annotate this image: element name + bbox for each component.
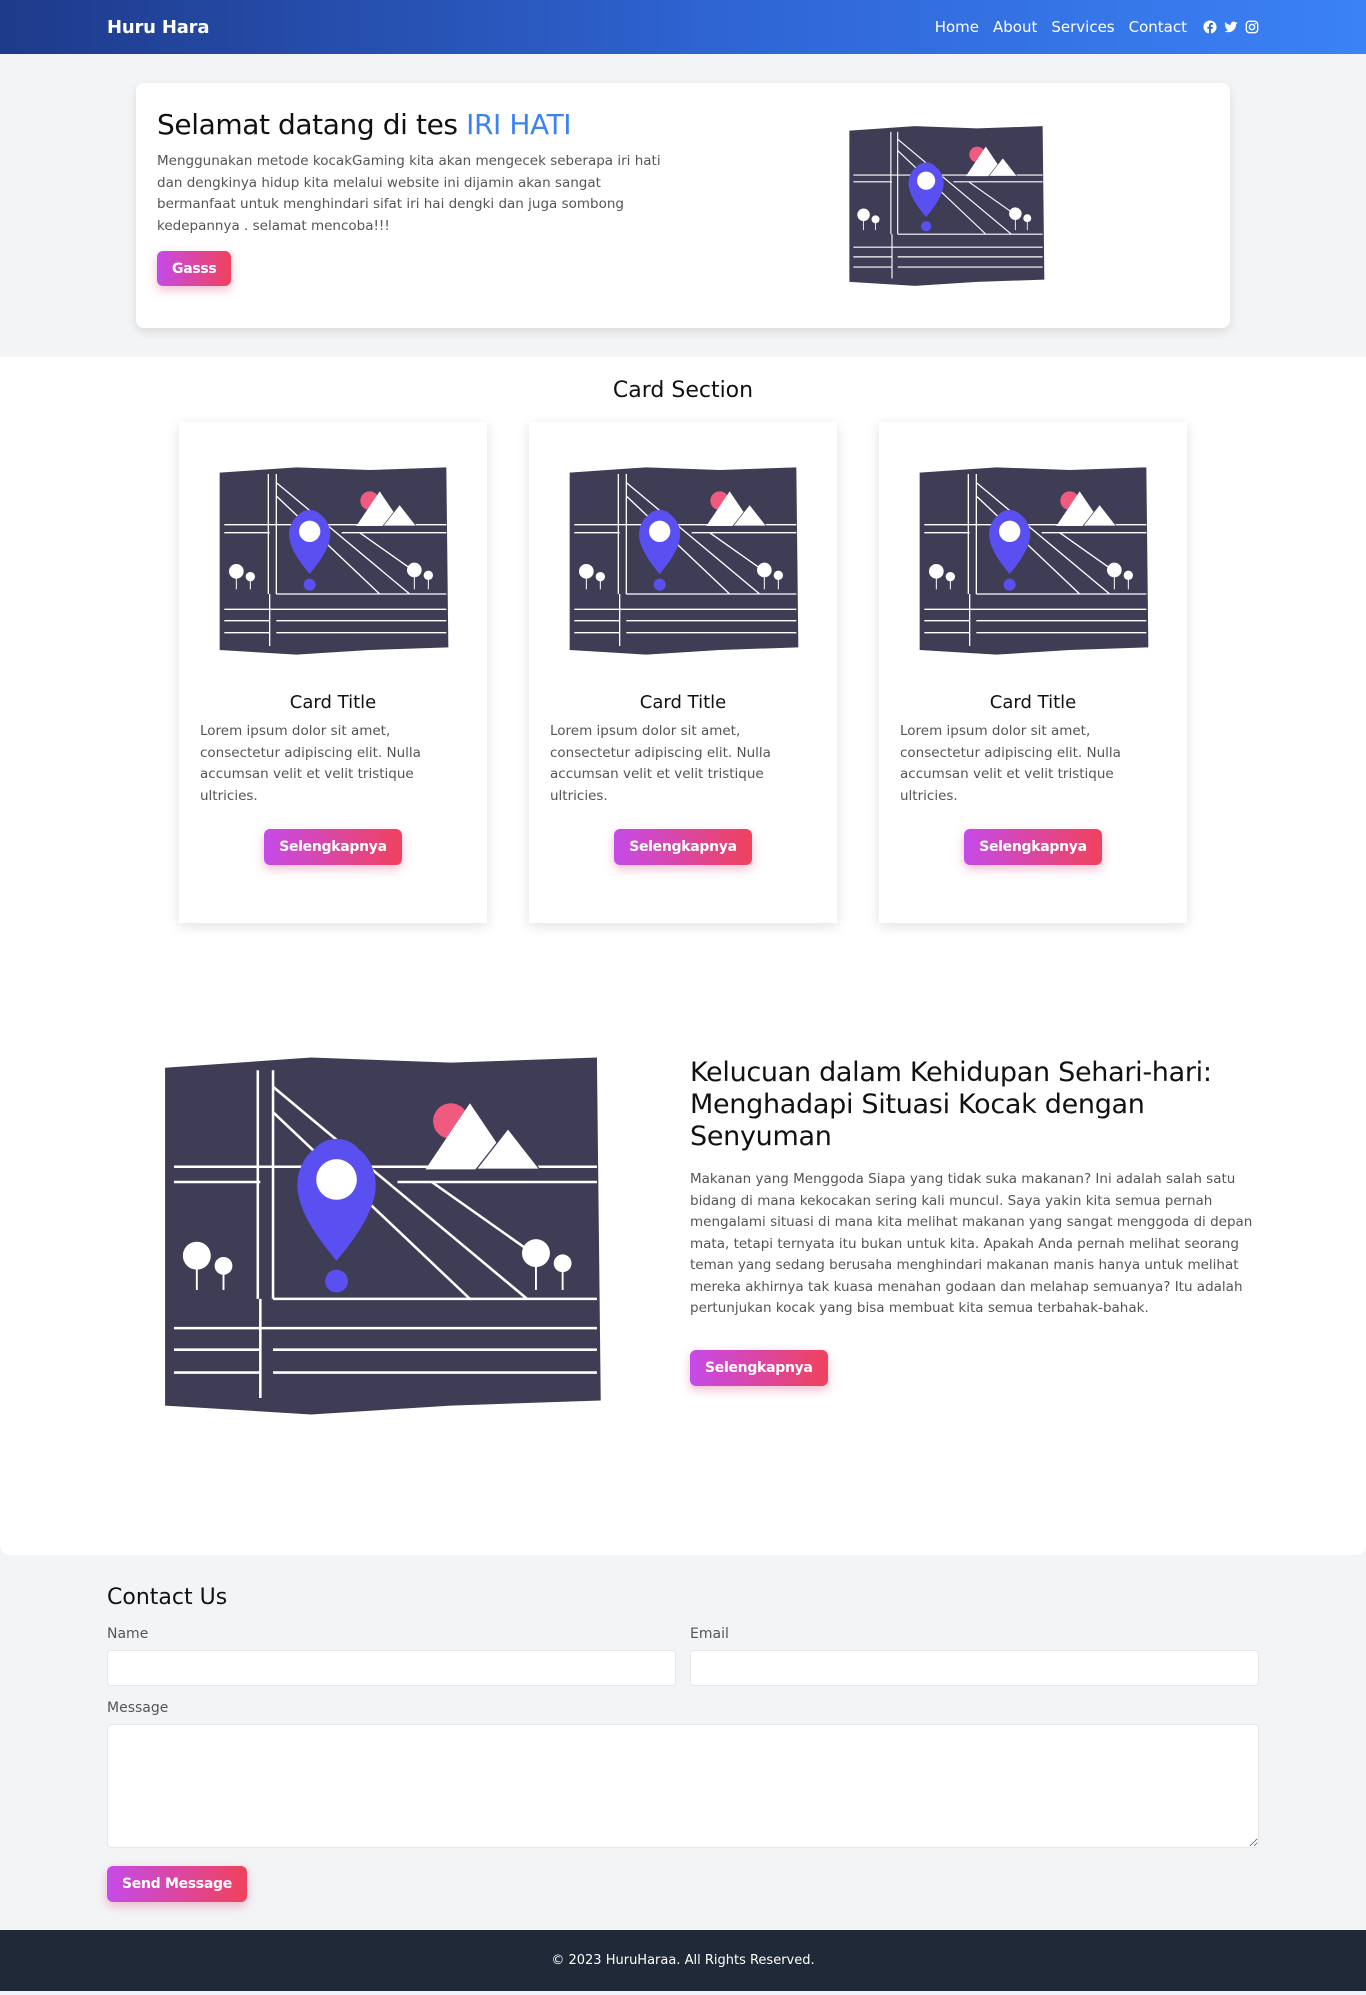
name-label: Name	[107, 1626, 149, 1642]
message-field-group: Message	[107, 1700, 1259, 1852]
contact-title: Contact Us	[107, 1585, 228, 1610]
email-field-group: Email	[690, 1626, 1259, 1686]
nav-link-about[interactable]: About	[993, 18, 1037, 36]
card: Card Title Lorem ipsum dolor sit amet, c…	[879, 422, 1187, 923]
contact-form-row: Name Email	[107, 1626, 1259, 1686]
hero-text: Selamat datang di tes IRI HATI Menggunak…	[157, 105, 677, 286]
nav-link-home[interactable]: Home	[935, 18, 979, 36]
twitter-icon[interactable]	[1224, 20, 1238, 34]
hero-title: Selamat datang di tes IRI HATI	[157, 105, 677, 145]
card-text: Lorem ipsum dolor sit amet, consectetur …	[550, 723, 771, 804]
hero-card: Selamat datang di tes IRI HATI Menggunak…	[136, 83, 1230, 328]
message-label: Message	[107, 1700, 169, 1716]
card-title: Card Title	[989, 692, 1077, 713]
nav-link-contact[interactable]: Contact	[1129, 18, 1187, 36]
feature-more-button[interactable]: Selengkapnya	[690, 1349, 828, 1386]
hero-title-prefix: Selamat datang di tes	[157, 108, 467, 141]
card-more-button[interactable]: Selengkapnya	[964, 829, 1102, 865]
hero-start-button[interactable]: Gasss	[157, 251, 232, 286]
feature-text: Kelucuan dalam Kehidupan Sehari-hari: Me…	[690, 1057, 1275, 1386]
card: Card Title Lorem ipsum dolor sit amet, c…	[529, 422, 837, 923]
map-illustration	[846, 125, 1046, 287]
hero-section: Selamat datang di tes IRI HATI Menggunak…	[0, 54, 1366, 357]
navbar: Huru Hara Home About Services Contact	[0, 0, 1366, 54]
footer: © 2023 HuruHaraa. All Rights Reserved.	[0, 1930, 1366, 1991]
map-illustration	[158, 1055, 604, 1417]
card-list: Card Title Lorem ipsum dolor sit amet, c…	[0, 422, 1366, 923]
card-text: Lorem ipsum dolor sit amet, consectetur …	[200, 723, 421, 804]
hero-description: Menggunakan metode kocakGaming kita akan…	[157, 153, 661, 234]
section-title: Card Section	[612, 378, 754, 403]
nav-links: Home About Services Contact	[935, 18, 1259, 36]
feature-title: Kelucuan dalam Kehidupan Sehari-hari: Me…	[690, 1057, 1212, 1152]
card-section: Card Section Card Title Lorem ipsum dolo…	[0, 357, 1366, 923]
card-text: Lorem ipsum dolor sit amet, consectetur …	[900, 723, 1121, 804]
card: Card Title Lorem ipsum dolor sit amet, c…	[179, 422, 487, 923]
name-input[interactable]	[107, 1650, 676, 1686]
card-title: Card Title	[639, 692, 727, 713]
feature-description: Makanan yang Menggoda Siapa yang tidak s…	[690, 1171, 1253, 1316]
map-illustration	[216, 466, 450, 656]
card-more-button[interactable]: Selengkapnya	[614, 829, 752, 865]
brand-logo[interactable]: Huru Hara	[107, 17, 209, 38]
main-content: Card Section Card Title Lorem ipsum dolo…	[0, 357, 1366, 1555]
contact-section: Contact Us Name Email Message Send Messa…	[0, 1555, 1366, 1930]
hero-title-accent: IRI HATI	[466, 108, 572, 141]
card-title: Card Title	[289, 692, 377, 713]
card-more-button[interactable]: Selengkapnya	[264, 829, 402, 865]
name-field-group: Name	[107, 1626, 676, 1686]
instagram-icon[interactable]	[1245, 20, 1259, 34]
social-links	[1203, 20, 1259, 34]
email-label: Email	[690, 1626, 729, 1642]
facebook-icon[interactable]	[1203, 20, 1217, 34]
map-illustration	[916, 466, 1150, 656]
feature-section: Kelucuan dalam Kehidupan Sehari-hari: Me…	[0, 923, 1366, 1555]
send-message-button[interactable]: Send Message	[107, 1866, 247, 1902]
map-illustration	[566, 466, 800, 656]
message-textarea[interactable]	[107, 1724, 1259, 1848]
nav-link-services[interactable]: Services	[1051, 18, 1114, 36]
email-input[interactable]	[690, 1650, 1259, 1686]
copyright-text: © 2023 HuruHaraa. All Rights Reserved.	[551, 1953, 815, 1968]
